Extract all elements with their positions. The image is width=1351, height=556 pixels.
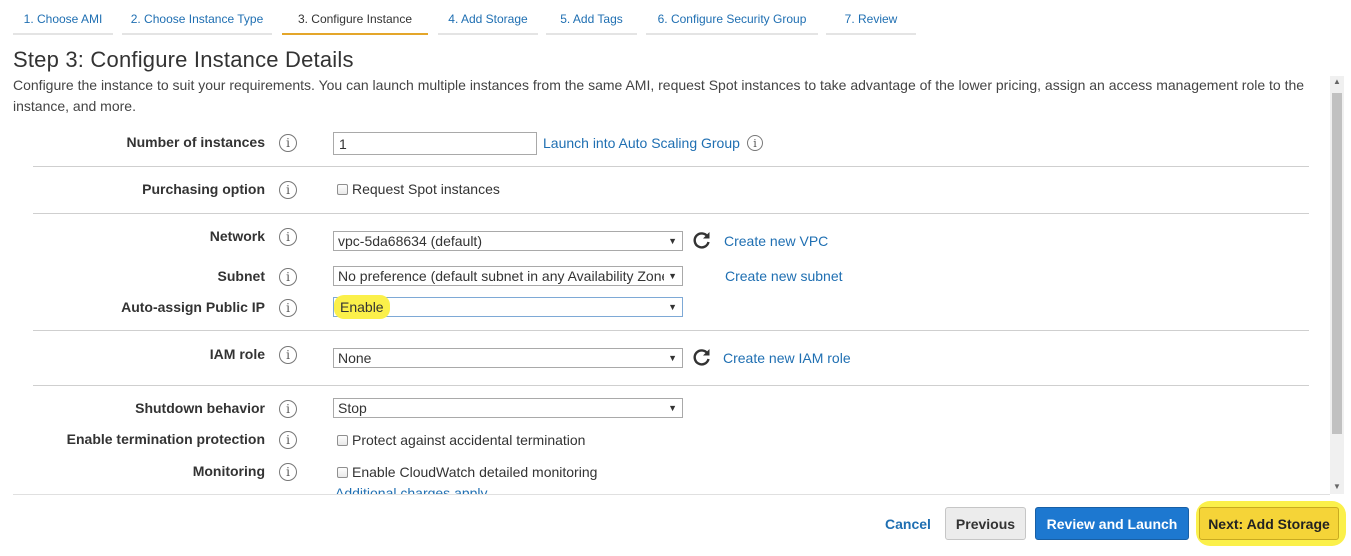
info-icon[interactable]: i xyxy=(279,431,297,449)
section-divider xyxy=(33,213,1309,214)
network-select[interactable]: vpc-5da68634 (default) ▼ xyxy=(333,231,683,251)
review-and-launch-button[interactable]: Review and Launch xyxy=(1035,507,1189,540)
checkbox-box[interactable] xyxy=(337,183,348,195)
spot-instances-checkbox[interactable]: Request Spot instances xyxy=(337,181,500,197)
info-icon[interactable]: i xyxy=(279,463,297,481)
public-ip-select[interactable]: Enable ▼ xyxy=(333,295,683,319)
checkbox-label: Protect against accidental termination xyxy=(352,432,586,448)
create-new-subnet-link[interactable]: Create new subnet xyxy=(725,268,843,284)
select-value: No preference (default subnet in any Ava… xyxy=(338,268,674,284)
shutdown-behavior-select[interactable]: Stop ▼ xyxy=(333,398,683,418)
select-value: vpc-5da68634 (default) xyxy=(338,233,482,249)
tab-review[interactable]: 7. Review xyxy=(826,5,916,35)
checkbox-label: Request Spot instances xyxy=(352,181,500,197)
info-icon[interactable]: i xyxy=(279,134,297,152)
tab-configure-instance[interactable]: 3. Configure Instance xyxy=(282,5,428,35)
cancel-button[interactable]: Cancel xyxy=(878,507,938,540)
previous-button[interactable]: Previous xyxy=(945,507,1026,540)
shutdown-label: Shutdown behavior xyxy=(135,400,265,416)
network-label: Network xyxy=(209,228,265,244)
instances-label: Number of instances xyxy=(126,134,265,150)
refresh-icon[interactable] xyxy=(692,347,712,367)
info-icon[interactable]: i xyxy=(279,181,297,199)
tab-configure-security-group[interactable]: 6. Configure Security Group xyxy=(646,5,818,35)
chevron-down-icon: ▼ xyxy=(664,267,677,285)
content-scrollbar[interactable]: ▲ ▼ xyxy=(1330,76,1344,494)
monitoring-label: Monitoring xyxy=(192,463,265,479)
scroll-down-arrow-icon[interactable]: ▼ xyxy=(1330,481,1344,493)
content-bottom-border xyxy=(13,494,1330,495)
info-icon[interactable]: i xyxy=(279,228,297,246)
chevron-down-icon: ▼ xyxy=(664,298,677,316)
refresh-icon[interactable] xyxy=(692,230,712,250)
purchasing-label: Purchasing option xyxy=(142,181,265,197)
tab-add-storage[interactable]: 4. Add Storage xyxy=(438,5,538,35)
info-icon[interactable]: i xyxy=(279,268,297,286)
subnet-label: Subnet xyxy=(217,268,265,284)
termination-label: Enable termination protection xyxy=(66,431,265,447)
page-title: Step 3: Configure Instance Details xyxy=(13,47,354,72)
checkbox-box[interactable] xyxy=(337,434,348,446)
public-ip-label: Auto-assign Public IP xyxy=(121,299,265,315)
scrollbar-thumb[interactable] xyxy=(1332,93,1342,434)
info-icon[interactable]: i xyxy=(279,400,297,418)
info-icon[interactable]: i xyxy=(747,135,763,151)
scroll-up-arrow-icon[interactable]: ▲ xyxy=(1330,76,1344,88)
tab-choose-ami[interactable]: 1. Choose AMI xyxy=(13,5,113,35)
number-of-instances-input[interactable] xyxy=(333,132,537,155)
checkbox-label: Enable CloudWatch detailed monitoring xyxy=(352,464,598,480)
iam-role-label: IAM role xyxy=(209,346,265,362)
chevron-down-icon: ▼ xyxy=(664,399,677,417)
info-icon[interactable]: i xyxy=(279,299,297,317)
tab-choose-instance-type[interactable]: 2. Choose Instance Type xyxy=(122,5,272,35)
chevron-down-icon: ▼ xyxy=(664,349,677,367)
info-icon[interactable]: i xyxy=(279,346,297,364)
create-new-iam-role-link[interactable]: Create new IAM role xyxy=(723,350,851,366)
additional-charges-link[interactable]: Additional charges apply xyxy=(335,486,488,494)
select-value: Enable xyxy=(334,295,390,319)
next-add-storage-button[interactable]: Next: Add Storage xyxy=(1199,507,1339,540)
charges-note-clip: Additional charges apply xyxy=(335,486,488,494)
select-value: Stop xyxy=(338,400,367,416)
cloudwatch-monitoring-checkbox[interactable]: Enable CloudWatch detailed monitoring xyxy=(337,464,597,480)
tab-add-tags[interactable]: 5. Add Tags xyxy=(546,5,637,35)
checkbox-box[interactable] xyxy=(337,466,348,478)
select-value: None xyxy=(338,350,372,366)
launch-auto-scaling-link[interactable]: Launch into Auto Scaling Group xyxy=(543,135,740,151)
section-divider xyxy=(33,166,1309,167)
chevron-down-icon: ▼ xyxy=(664,232,677,250)
section-divider xyxy=(33,385,1309,386)
subnet-select[interactable]: No preference (default subnet in any Ava… xyxy=(333,266,683,286)
termination-protection-checkbox[interactable]: Protect against accidental termination xyxy=(337,432,585,448)
create-new-vpc-link[interactable]: Create new VPC xyxy=(724,233,828,249)
section-divider xyxy=(33,330,1309,331)
page-description: Configure the instance to suit your requ… xyxy=(13,77,1305,114)
iam-role-select[interactable]: None ▼ xyxy=(333,348,683,368)
